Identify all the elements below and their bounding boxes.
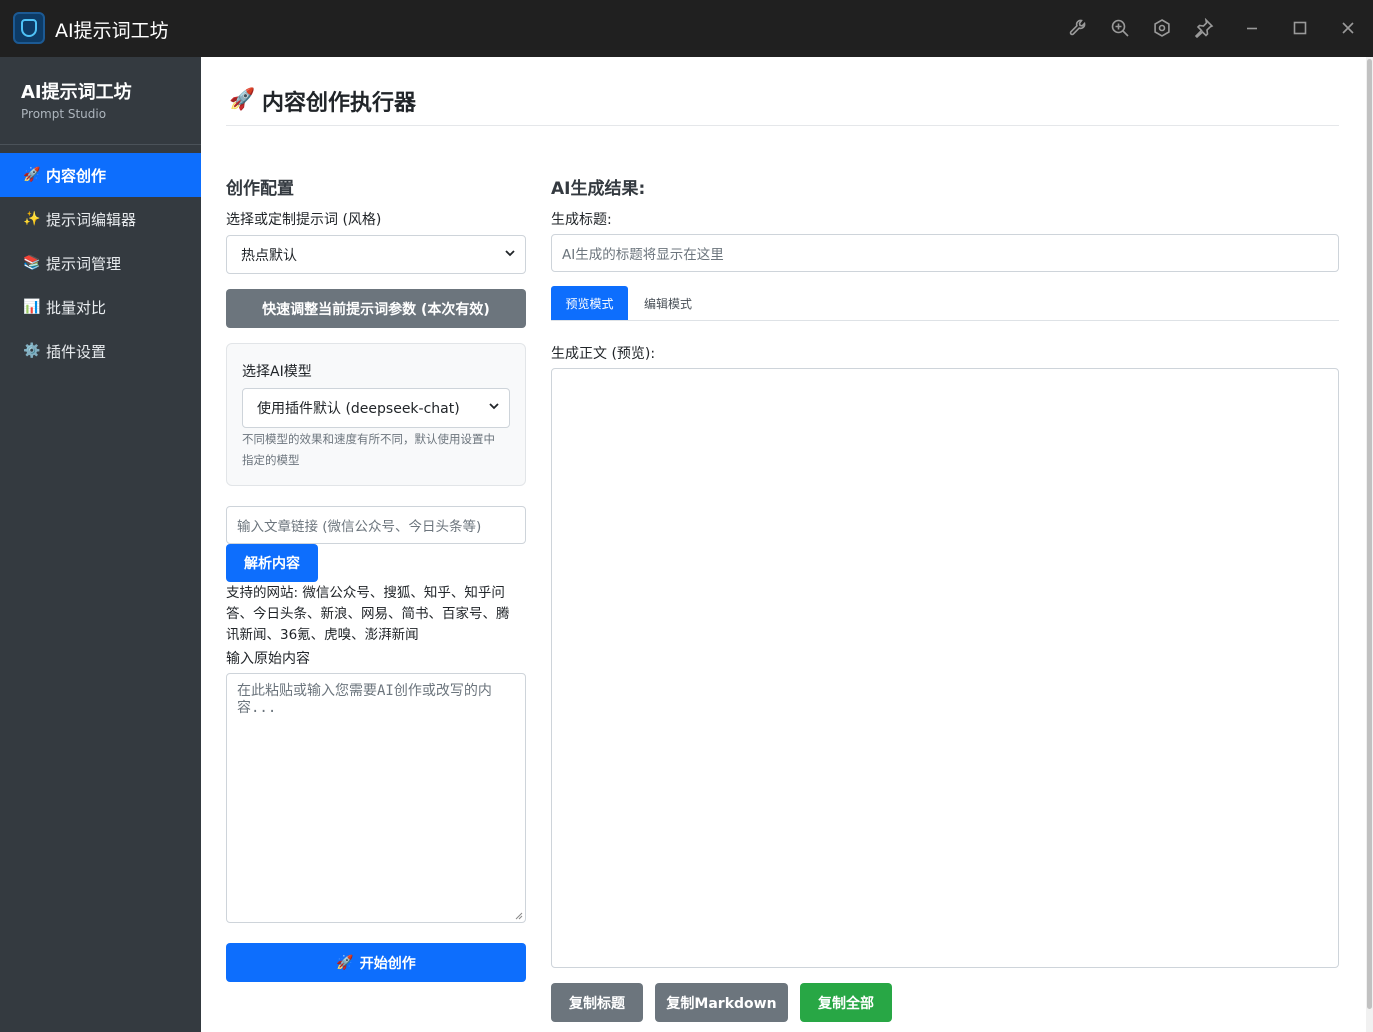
sidebar-item-label: 内容创作 xyxy=(46,166,107,185)
sparkles-icon: ✨ xyxy=(23,211,41,227)
sidebar-item-content-creation[interactable]: 🚀 内容创作 xyxy=(0,153,201,197)
page-header: 🚀 内容创作执行器 xyxy=(226,85,1339,126)
zoom-in-icon[interactable] xyxy=(1109,17,1131,39)
adjust-prompt-button[interactable]: 快速调整当前提示词参数 (本次有效) xyxy=(226,289,526,328)
scrollbar-thumb[interactable] xyxy=(1367,59,1372,1009)
main-scrollbar[interactable] xyxy=(1366,57,1373,1032)
raw-content-textarea[interactable]: 在此粘贴或输入您需要AI创作或改写的内 容... xyxy=(226,673,526,923)
window-title: AI提示词工坊 xyxy=(55,20,169,42)
sidebar-item-prompt-management[interactable]: 📚 提示词管理 xyxy=(0,241,201,285)
close-icon[interactable] xyxy=(1337,17,1359,39)
generated-body-label: 生成正文 (预览): xyxy=(551,346,656,362)
model-select[interactable]: 使用插件默认 (deepseek-chat) xyxy=(242,388,510,428)
minimize-icon[interactable] xyxy=(1241,17,1263,39)
start-creation-button[interactable]: 🚀 开始创作 xyxy=(226,943,526,982)
sidebar-item-plugin-settings[interactable]: ⚙️ 插件设置 xyxy=(0,329,201,373)
tab-edit-mode[interactable]: 编辑模式 xyxy=(632,286,704,320)
pin-icon[interactable] xyxy=(1193,17,1215,39)
model-help-line-2: 指定的模型 xyxy=(242,453,300,467)
app-logo-icon xyxy=(13,12,45,44)
sidebar: AI提示词工坊 Prompt Studio 🚀 内容创作 ✨ 提示词编辑器 📚 … xyxy=(0,57,201,1032)
tabs-divider xyxy=(551,320,1339,321)
model-select-value: 使用插件默认 (deepseek-chat) xyxy=(257,401,460,417)
sidebar-item-batch-compare[interactable]: 📊 批量对比 xyxy=(0,285,201,329)
resize-grip-icon[interactable] xyxy=(514,911,523,920)
copy-title-button[interactable]: 复制标题 xyxy=(551,983,643,1022)
copy-all-button[interactable]: 复制全部 xyxy=(800,983,892,1022)
style-select[interactable]: 热点默认 xyxy=(226,235,526,274)
rocket-icon: 🚀 xyxy=(229,87,256,111)
model-select-label: 选择AI模型 xyxy=(242,364,312,380)
chevron-down-icon xyxy=(489,403,499,410)
sidebar-brand: AI提示词工坊 Prompt Studio xyxy=(0,57,201,145)
supported-sites-line-3: 讯新闻、36氪、虎嗅、澎湃新闻 xyxy=(226,627,419,643)
chevron-down-icon xyxy=(505,250,515,257)
maximize-icon[interactable] xyxy=(1289,17,1311,39)
page-title: 内容创作执行器 xyxy=(262,91,417,116)
style-select-label: 选择或定制提示词 (风格) xyxy=(226,212,382,228)
wrench-icon[interactable] xyxy=(1067,17,1089,39)
start-creation-label: 开始创作 xyxy=(359,955,416,972)
model-help-line-1: 不同模型的效果和速度有所不同，默认使用设置中 xyxy=(242,432,495,446)
generated-title-input[interactable]: AI生成的标题将显示在这里 xyxy=(551,234,1339,272)
article-url-input[interactable]: 输入文章链接 (微信公众号、今日头条等) xyxy=(226,506,526,544)
supported-sites-line-2: 答、今日头条、新浪、网易、简书、百家号、腾 xyxy=(226,606,510,622)
settings-icon[interactable] xyxy=(1151,17,1173,39)
rocket-icon: 🚀 xyxy=(23,167,41,183)
parse-content-button[interactable]: 解析内容 xyxy=(226,544,318,582)
main-content: 🚀 内容创作执行器 创作配置 选择或定制提示词 (风格) 热点默认 快速调整当前… xyxy=(201,57,1366,1032)
raw-placeholder-line-2: 容... xyxy=(237,700,277,716)
generated-body-preview[interactable] xyxy=(551,368,1339,968)
books-icon: 📚 xyxy=(23,255,41,271)
brand-title: AI提示词工坊 xyxy=(21,82,132,103)
gear-icon: ⚙️ xyxy=(23,343,41,359)
raw-placeholder-line-1: 在此粘贴或输入您需要AI创作或改写的内 xyxy=(237,683,492,699)
supported-sites-text: 支持的网站: 微信公众号、搜狐、知乎、知乎问 答、今日头条、新浪、网易、简书、百… xyxy=(226,583,526,646)
copy-markdown-button[interactable]: 复制Markdown xyxy=(655,983,788,1022)
sidebar-item-label: 插件设置 xyxy=(46,342,107,361)
result-section-title: AI生成结果: xyxy=(551,179,646,199)
sidebar-item-prompt-editor[interactable]: ✨ 提示词编辑器 xyxy=(0,197,201,241)
style-select-value: 热点默认 xyxy=(241,247,297,264)
brand-subtitle: Prompt Studio xyxy=(21,107,107,121)
window-titlebar: AI提示词工坊 xyxy=(0,0,1373,57)
supported-sites-line-1: 支持的网站: 微信公众号、搜狐、知乎、知乎问 xyxy=(226,585,505,601)
config-section-title: 创作配置 xyxy=(226,179,294,199)
raw-content-label: 输入原始内容 xyxy=(226,651,310,667)
generated-title-label: 生成标题: xyxy=(551,212,612,228)
sidebar-item-label: 提示词管理 xyxy=(46,254,122,273)
sidebar-item-label: 批量对比 xyxy=(46,298,107,317)
model-card: 选择AI模型 使用插件默认 (deepseek-chat) 不同模型的效果和速度… xyxy=(226,343,526,486)
tab-preview-mode[interactable]: 预览模式 xyxy=(551,286,628,320)
bar-chart-icon: 📊 xyxy=(23,299,41,315)
rocket-icon: 🚀 xyxy=(336,954,354,971)
sidebar-item-label: 提示词编辑器 xyxy=(46,210,137,229)
